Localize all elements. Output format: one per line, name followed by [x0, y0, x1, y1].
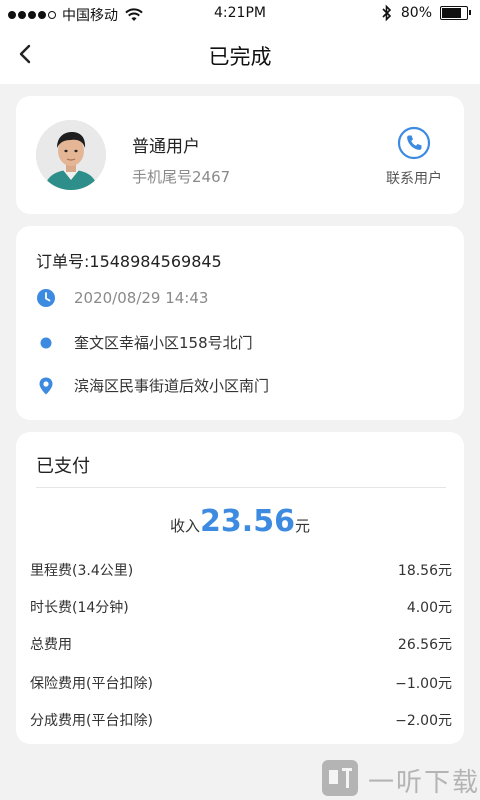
fee-value: 26.56元: [397, 637, 452, 653]
fee-value: −1.00元: [395, 676, 452, 692]
payment-status-title: 已支付: [36, 456, 90, 477]
page-title: 已完成: [208, 45, 272, 69]
income-amount: 23.56: [200, 504, 295, 539]
order-number: 订单号:1548984569845: [36, 252, 222, 271]
watermark-text: 一听下载: [368, 768, 480, 798]
phone-icon: [397, 126, 431, 160]
fee-label: 里程费(3.4公里): [30, 563, 134, 579]
user-card: 普通用户 手机尾号2467 联系用户: [16, 96, 464, 214]
order-card: 订单号:1548984569845 2020/08/29 14:43 奎文区幸福…: [16, 226, 464, 420]
fee-row: 分成费用(平台扣除) −2.00元: [30, 710, 452, 730]
end-address-row: 滨海区民事街道后效小区南门: [36, 375, 269, 396]
income-suffix: 元: [294, 517, 310, 535]
income-summary: 收入23.56元: [16, 504, 464, 539]
fee-value: 18.56元: [397, 563, 452, 579]
bluetooth-icon: [382, 4, 392, 22]
order-time-row: 2020/08/29 14:43: [36, 288, 208, 308]
fee-row: 总费用 26.56元: [30, 634, 452, 654]
status-bar: 中国移动 4:21PM 80%: [0, 0, 480, 28]
fee-row: 保险费用(平台扣除) −1.00元: [30, 673, 452, 693]
clock-icon: [36, 288, 56, 308]
payment-card: 已支付 收入23.56元 里程费(3.4公里) 18.56元 时长费(14分钟)…: [16, 432, 464, 744]
fee-value: −2.00元: [395, 713, 452, 729]
fee-label: 分成费用(平台扣除): [30, 713, 153, 729]
battery-percent: 80%: [400, 5, 432, 21]
user-phone-hint: 手机尾号2467: [132, 168, 231, 186]
battery-icon: [440, 6, 471, 20]
divider: [36, 487, 446, 488]
watermark-logo-icon: [322, 760, 358, 796]
income-prefix: 收入: [170, 517, 201, 535]
fee-label: 时长费(14分钟): [30, 600, 129, 616]
start-address: 奎文区幸福小区158号北门: [74, 334, 253, 352]
fee-value: 4.00元: [406, 600, 452, 616]
avatar-image: [36, 120, 106, 190]
start-dot-icon: [36, 333, 56, 353]
fee-label: 保险费用(平台扣除): [30, 676, 153, 692]
status-right: 80%: [381, 4, 471, 22]
fee-row: 时长费(14分钟) 4.00元: [30, 597, 452, 617]
avatar: [36, 120, 106, 190]
contact-user-button[interactable]: 联系用户: [382, 126, 446, 188]
order-time: 2020/08/29 14:43: [74, 289, 209, 307]
fee-label: 总费用: [30, 637, 72, 653]
contact-user-label: 联系用户: [386, 171, 442, 187]
location-pin-icon: [36, 376, 56, 396]
start-address-row: 奎文区幸福小区158号北门: [36, 332, 253, 353]
end-address: 滨海区民事街道后效小区南门: [74, 377, 270, 395]
fee-row: 里程费(3.4公里) 18.56元: [30, 560, 452, 580]
nav-bar: 已完成: [0, 28, 480, 84]
battery-fill: [442, 8, 462, 18]
user-name: 普通用户: [132, 137, 200, 157]
watermark: 一听下载: [318, 756, 480, 800]
